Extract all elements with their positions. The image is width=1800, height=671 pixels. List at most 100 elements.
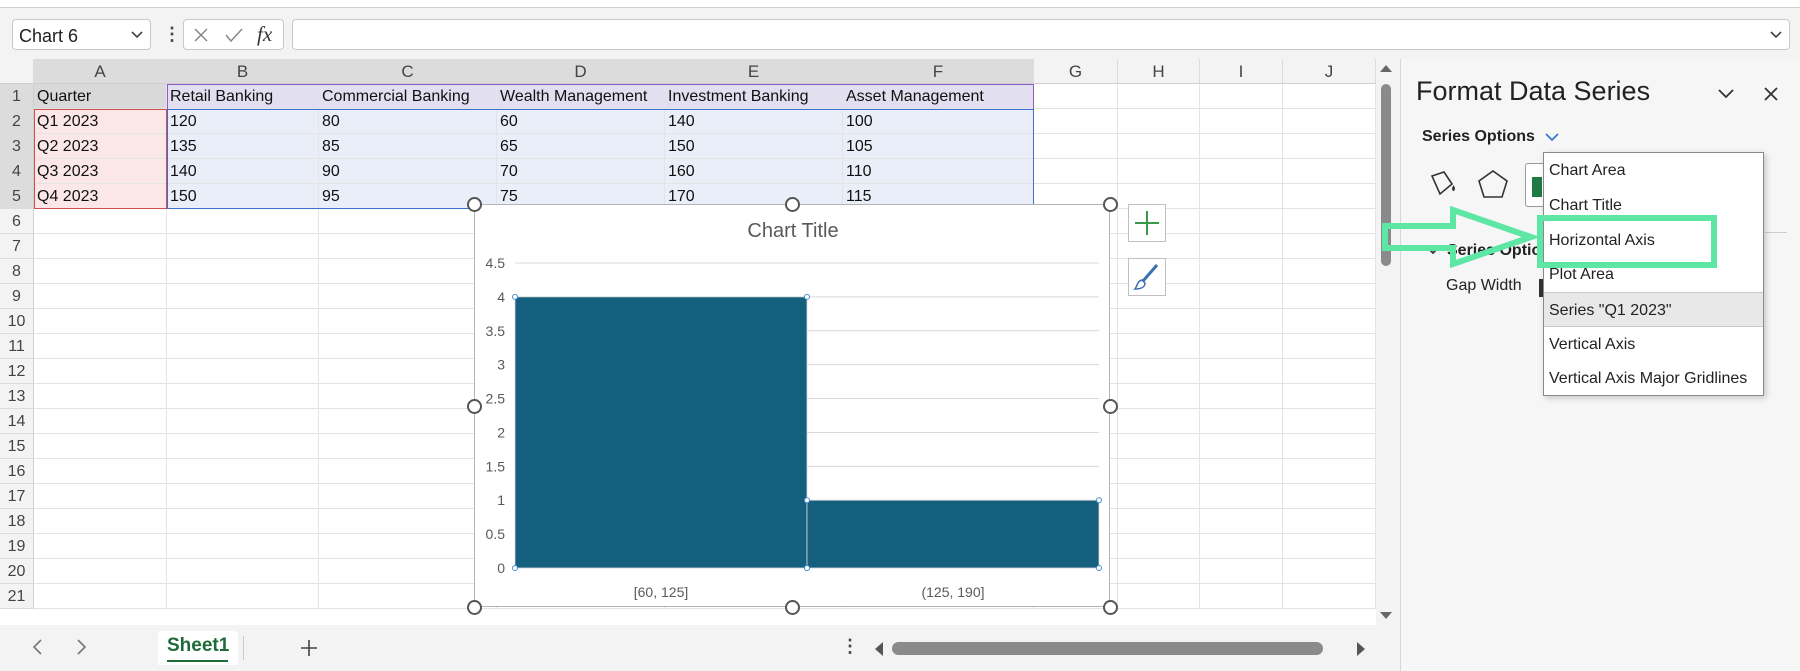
grid-cell[interactable] <box>319 284 497 309</box>
row-header[interactable]: 14 <box>0 409 34 434</box>
chart-title[interactable]: Chart Title <box>747 220 838 242</box>
grid-cell[interactable]: 140 <box>665 109 843 134</box>
grid-cell[interactable] <box>1283 384 1376 409</box>
row-header[interactable]: 19 <box>0 534 34 559</box>
grid-cell[interactable] <box>1118 534 1200 559</box>
grid-cell[interactable] <box>34 459 167 484</box>
header-cell[interactable] <box>1118 84 1200 109</box>
grid-cell[interactable] <box>1118 309 1200 334</box>
grid-cell[interactable]: Q2 2023 <box>34 134 167 159</box>
row-header[interactable]: 7 <box>0 234 34 259</box>
histogram-bar[interactable] <box>806 499 1100 569</box>
row-header[interactable]: 4 <box>0 159 34 184</box>
grid-cell[interactable] <box>319 309 497 334</box>
grid-cell[interactable] <box>1283 359 1376 384</box>
cancel-icon[interactable] <box>192 26 210 44</box>
grid-cell[interactable] <box>1118 334 1200 359</box>
grid-cell[interactable] <box>319 259 497 284</box>
scroll-up-icon[interactable] <box>1379 63 1393 73</box>
grid-cell[interactable] <box>1200 359 1283 384</box>
grid-cell[interactable] <box>1283 234 1376 259</box>
column-header[interactable]: G <box>1034 59 1118 84</box>
row-header[interactable]: 3 <box>0 134 34 159</box>
grid-cell[interactable]: 150 <box>665 134 843 159</box>
grid-cell[interactable] <box>1283 409 1376 434</box>
grid-cell[interactable] <box>1200 234 1283 259</box>
grid-cell[interactable]: 140 <box>167 159 319 184</box>
grid-cell[interactable] <box>319 334 497 359</box>
chevron-down-icon[interactable] <box>1545 132 1559 142</box>
grid-cell[interactable] <box>1200 334 1283 359</box>
grid-cell[interactable] <box>319 509 497 534</box>
dropdown-item-vertical-gridlines[interactable]: Vertical Axis Major Gridlines <box>1544 361 1763 396</box>
scroll-left-icon[interactable] <box>873 641 885 657</box>
grid-cell[interactable] <box>1283 134 1376 159</box>
column-header[interactable]: D <box>497 59 665 84</box>
grid-cell[interactable] <box>1200 459 1283 484</box>
grid-cell[interactable] <box>319 234 497 259</box>
formula-input[interactable] <box>292 19 1790 50</box>
grid-cell[interactable] <box>319 434 497 459</box>
histogram-bar[interactable] <box>514 296 808 569</box>
grid-cell[interactable] <box>1283 334 1376 359</box>
effects-pentagon-icon[interactable] <box>1476 168 1510 200</box>
grid-cell[interactable] <box>167 234 319 259</box>
header-cell[interactable]: Asset Management <box>843 84 1034 109</box>
grid-cell[interactable] <box>1200 509 1283 534</box>
histogram-chart[interactable]: Chart Title 0 0.5 1 1.5 2 2.5 3 3.5 4 4.5 [60, 125… <box>474 204 1110 607</box>
grid-cell[interactable] <box>34 384 167 409</box>
grid-cell[interactable] <box>1283 284 1376 309</box>
row-header[interactable]: 6 <box>0 209 34 234</box>
grid-cell[interactable] <box>1200 584 1283 609</box>
grid-cell[interactable]: 160 <box>665 159 843 184</box>
grid-cell[interactable] <box>1118 584 1200 609</box>
grid-cell[interactable]: 110 <box>843 159 1034 184</box>
grid-cell[interactable] <box>167 484 319 509</box>
grid-cell[interactable]: 65 <box>497 134 665 159</box>
row-header[interactable]: 5 <box>0 184 34 209</box>
add-sheet-icon[interactable] <box>299 638 319 658</box>
column-header[interactable]: J <box>1283 59 1376 84</box>
grid-cell[interactable] <box>34 309 167 334</box>
resize-handle-right[interactable] <box>1103 399 1118 414</box>
grid-cell[interactable] <box>34 284 167 309</box>
grid-cell[interactable] <box>34 234 167 259</box>
sheet-tab-sheet1[interactable]: Sheet1 <box>158 631 238 665</box>
grid-cell[interactable] <box>1283 159 1376 184</box>
grid-cell[interactable]: 85 <box>319 134 497 159</box>
next-sheet-icon[interactable] <box>75 638 89 656</box>
grid-cell[interactable] <box>1118 359 1200 384</box>
grid-cell[interactable] <box>167 384 319 409</box>
scroll-right-icon[interactable] <box>1355 641 1367 657</box>
grid-cell[interactable] <box>319 209 497 234</box>
grid-cell[interactable] <box>167 359 319 384</box>
row-header[interactable]: 1 <box>0 84 34 109</box>
grid-cell[interactable] <box>1200 434 1283 459</box>
grid-cell[interactable] <box>167 434 319 459</box>
select-all-corner[interactable] <box>0 59 34 84</box>
pane-options-chevron-icon[interactable] <box>1717 87 1735 101</box>
grid-cell[interactable] <box>1283 259 1376 284</box>
row-header[interactable]: 11 <box>0 334 34 359</box>
series-options-dropdown[interactable]: Series Options <box>1422 128 1535 146</box>
dropdown-item-series[interactable]: Series "Q1 2023" <box>1544 292 1763 327</box>
grid-cell[interactable] <box>1118 484 1200 509</box>
scroll-down-icon[interactable] <box>1379 611 1393 621</box>
grid-cell[interactable] <box>1118 159 1200 184</box>
grid-cell[interactable]: Q3 2023 <box>34 159 167 184</box>
grid-cell[interactable]: 80 <box>319 109 497 134</box>
grid-cell[interactable] <box>167 559 319 584</box>
grid-cell[interactable] <box>1118 434 1200 459</box>
grid-cell[interactable] <box>1200 134 1283 159</box>
resize-handle-top[interactable] <box>785 197 800 212</box>
header-cell[interactable]: Retail Banking <box>167 84 319 109</box>
column-header[interactable]: F <box>843 59 1034 84</box>
chart-elements-button[interactable] <box>1128 204 1166 242</box>
grid-cell[interactable] <box>319 459 497 484</box>
previous-sheet-icon[interactable] <box>30 638 44 656</box>
row-header[interactable]: 13 <box>0 384 34 409</box>
grid-cell[interactable] <box>319 559 497 584</box>
row-header[interactable]: 15 <box>0 434 34 459</box>
grid-cell[interactable] <box>1283 534 1376 559</box>
grid-cell[interactable] <box>167 534 319 559</box>
